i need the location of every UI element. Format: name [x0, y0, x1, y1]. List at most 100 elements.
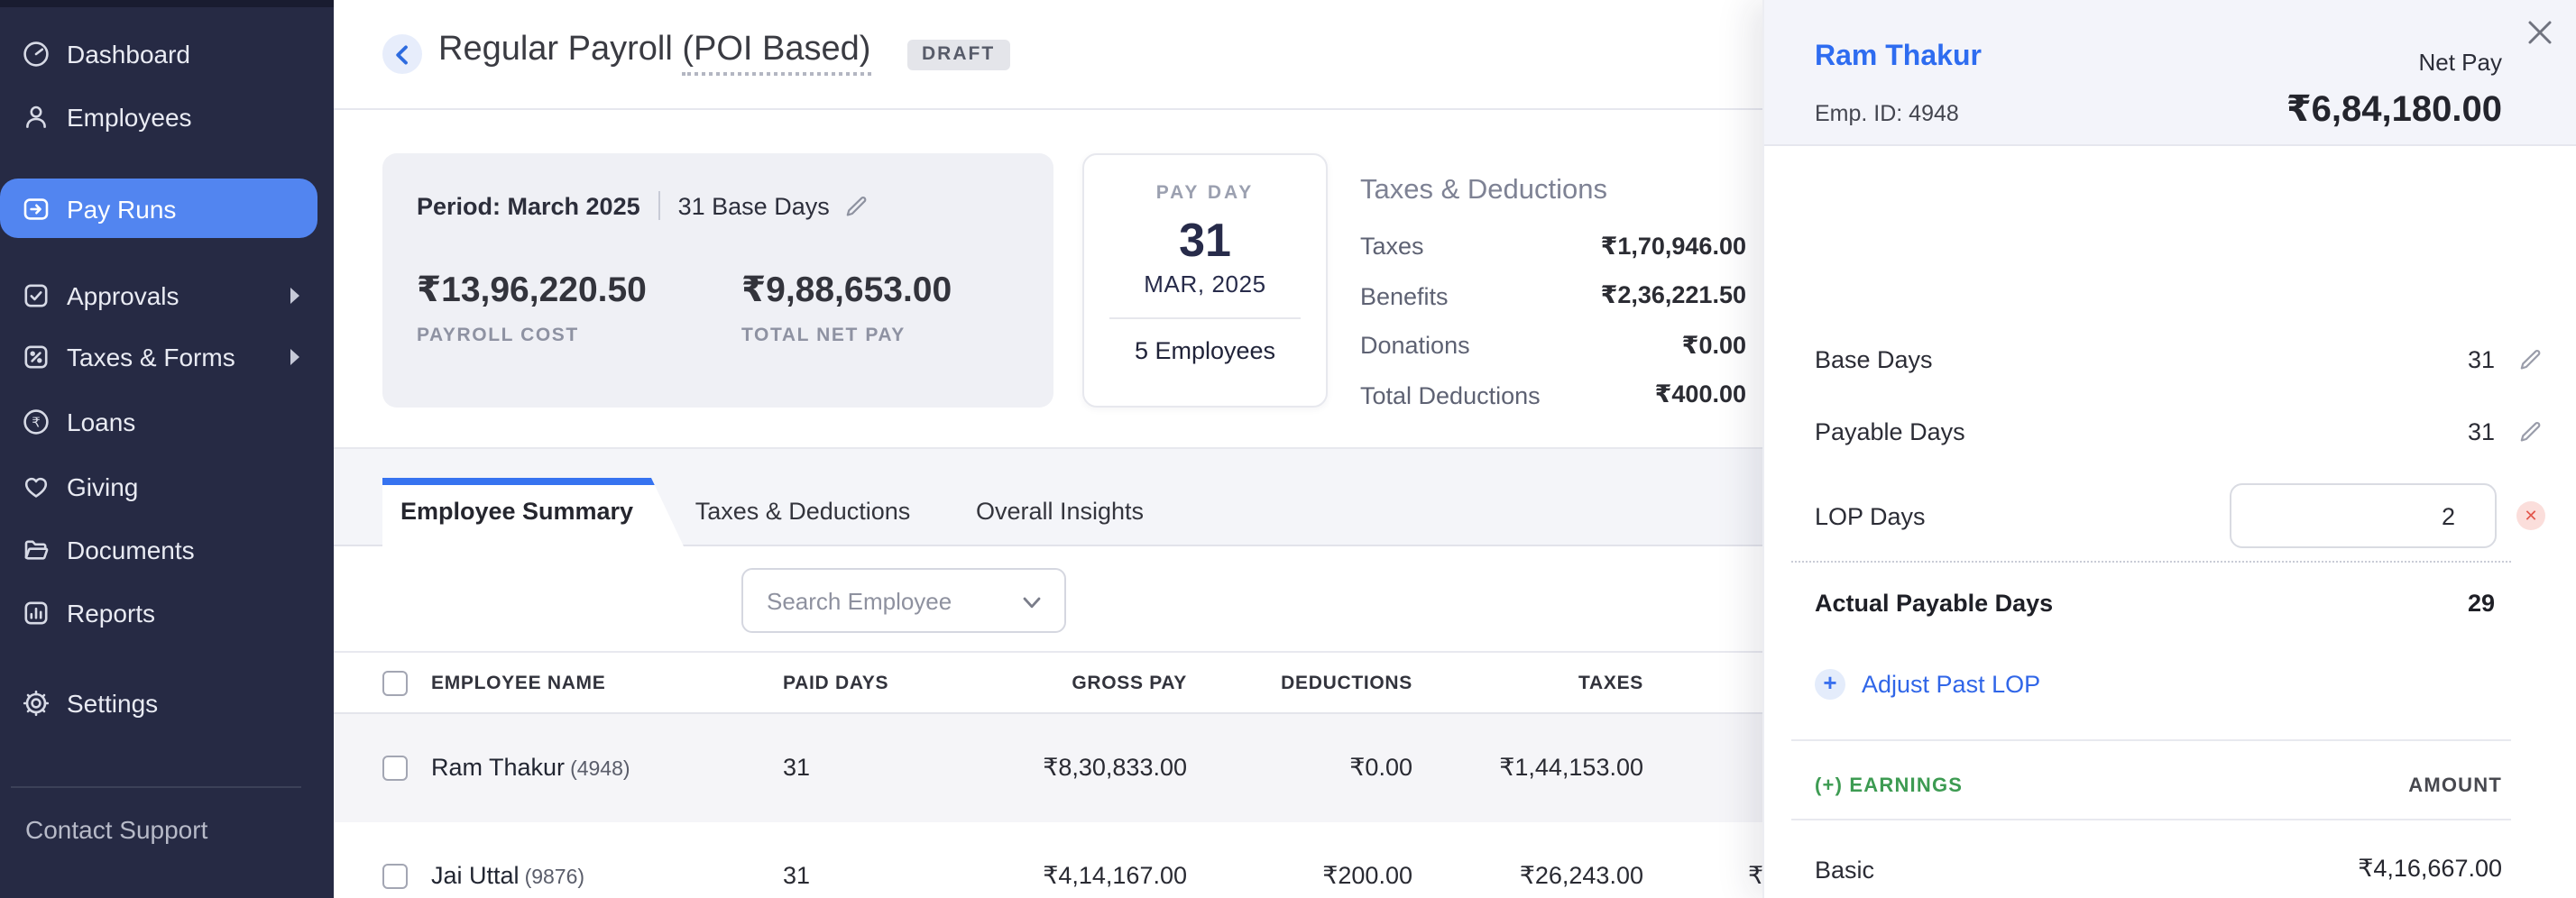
sidebar-item-label: Pay Runs [67, 194, 176, 223]
column-header-deductions: DEDUCTIONS [1236, 653, 1412, 716]
column-header-taxes: TAXES [1488, 653, 1643, 716]
employees-icon [22, 103, 51, 132]
reports-icon [22, 599, 51, 628]
amount-column-label: AMOUNT [2408, 766, 2502, 806]
tab-overall-insights[interactable]: Overall Insights [974, 478, 1145, 545]
chevron-left-icon [395, 44, 409, 64]
total-deductions-row: Total Deductions ₹400.00 [1360, 371, 1746, 420]
sidebar-item-label: Documents [67, 536, 195, 564]
sidebar-item-approvals[interactable]: Approvals [0, 265, 334, 326]
paid-days-cell: 31 [783, 714, 810, 822]
base-days-row: Base Days 31 [1815, 334, 2576, 384]
total-net-pay-label: TOTAL NET PAY [741, 325, 952, 346]
sidebar-item-employees[interactable]: Employees [0, 87, 334, 148]
panel-employee-name-link[interactable]: Ram Thakur [1815, 41, 1982, 74]
taxes-deductions-block: Taxes & Deductions Taxes ₹1,70,946.00 Be… [1360, 175, 1746, 420]
employee-name[interactable]: Ram Thakur [431, 754, 565, 781]
settings-icon [22, 689, 51, 718]
earning-row-basic: Basic ₹4,16,667.00 [1815, 844, 2576, 894]
adjust-past-lop-button[interactable]: + Adjust Past LOP [1815, 665, 2040, 701]
sidebar-item-label: Loans [67, 408, 135, 436]
loans-icon: ₹ [22, 408, 51, 436]
sidebar-item-pay-runs[interactable]: Pay Runs [0, 179, 317, 238]
sidebar-item-giving[interactable]: Giving [0, 456, 334, 518]
giving-icon [22, 472, 51, 501]
back-button[interactable] [382, 34, 422, 74]
taxes-deductions-title: Taxes & Deductions [1360, 175, 1746, 207]
plus-icon: + [1815, 668, 1845, 699]
sidebar-divider [11, 786, 301, 788]
contact-support-link[interactable]: Contact Support [25, 815, 207, 844]
taxes-row: Taxes ₹1,70,946.00 [1360, 222, 1746, 271]
tab-employee-summary[interactable]: Employee Summary [382, 478, 684, 546]
pay-runs-icon [22, 194, 51, 223]
lop-days-row: LOP Days ✕ [1815, 483, 2576, 548]
edit-payable-days-icon[interactable] [2518, 419, 2542, 443]
svg-text:₹: ₹ [32, 416, 41, 431]
row-checkbox[interactable] [382, 864, 408, 889]
earnings-title: (+) EARNINGS [1815, 775, 1963, 797]
remove-lop-icon[interactable]: ✕ [2516, 501, 2545, 530]
column-header-gross-pay: GROSS PAY [965, 653, 1187, 716]
payroll-cost-value: ₹13,96,220.50 [417, 269, 647, 312]
payday-card: PAY DAY 31 MAR, 2025 5 Employees [1082, 153, 1328, 408]
gross-pay-cell: ₹4,14,167.00 [965, 822, 1187, 898]
net-pay-value: ₹6,84,180.00 [2286, 87, 2502, 132]
payroll-cost-label: PAYROLL COST [417, 325, 647, 346]
search-input[interactable] [767, 570, 1019, 631]
payday-label: PAY DAY [1084, 182, 1326, 204]
paid-days-cell: 31 [783, 822, 810, 898]
benefits-row: Benefits ₹2,36,221.50 [1360, 271, 1746, 321]
panel-employee-id: Emp. ID: 4948 [1815, 101, 1959, 126]
sidebar-item-dashboard[interactable]: Dashboard [0, 23, 334, 85]
status-badge: DRAFT [907, 40, 1009, 70]
actual-payable-days-row: Actual Payable Days 29 [1815, 577, 2576, 628]
divider [1791, 819, 2511, 820]
total-net-pay-value: ₹9,88,653.00 [741, 269, 952, 312]
divider [1791, 739, 2511, 741]
panel-header: Ram Thakur Net Pay Emp. ID: 4948 ₹6,84,1… [1764, 0, 2576, 146]
payable-days-row: Payable Days 31 [1815, 406, 2576, 456]
sidebar-item-loans[interactable]: ₹ Loans [0, 391, 334, 453]
sidebar: Dashboard Employees Pay Runs Approvals [0, 0, 334, 898]
taxes-cell: ₹1,44,153.00 [1488, 714, 1643, 822]
clipped-net-pay-cell: ₹ [1748, 822, 1763, 898]
employee-id: (4948) [570, 759, 630, 781]
taxes-cell: ₹26,243.00 [1488, 822, 1643, 898]
column-header-employee-name: EMPLOYEE NAME [431, 653, 605, 716]
close-icon[interactable] [2527, 20, 2556, 49]
employee-name[interactable]: Jai Uttal [431, 862, 520, 889]
divider [1109, 317, 1301, 319]
donations-row: Donations ₹0.00 [1360, 321, 1746, 371]
chevron-right-icon [289, 287, 301, 305]
sidebar-item-label: Dashboard [67, 40, 190, 69]
chevron-down-icon [1023, 597, 1041, 609]
approvals-icon [22, 281, 51, 310]
edit-base-days-icon[interactable] [844, 194, 868, 217]
employee-detail-panel: Ram Thakur Net Pay Emp. ID: 4948 ₹6,84,1… [1762, 0, 2576, 898]
sidebar-item-label: Reports [67, 599, 155, 628]
tab-taxes-deductions[interactable]: Taxes & Deductions [695, 478, 911, 545]
lop-days-input[interactable] [2230, 483, 2497, 548]
chevron-right-icon [289, 348, 301, 366]
select-all-checkbox[interactable] [382, 671, 408, 696]
column-header-paid-days: PAID DAYS [783, 653, 888, 716]
sidebar-item-settings[interactable]: Settings [0, 673, 334, 734]
edit-base-days-icon[interactable] [2518, 347, 2542, 371]
employee-search-select[interactable] [741, 568, 1066, 633]
documents-icon [22, 536, 51, 564]
payday-date: MAR, 2025 [1084, 270, 1326, 298]
taxes-forms-icon [22, 343, 51, 371]
divider [658, 191, 660, 220]
sidebar-item-taxes-forms[interactable]: Taxes & Forms [0, 326, 334, 388]
row-checkbox[interactable] [382, 756, 408, 781]
employee-id: (9876) [525, 867, 585, 889]
sidebar-item-label: Taxes & Forms [67, 343, 235, 371]
sidebar-item-documents[interactable]: Documents [0, 519, 334, 581]
sidebar-item-label: Employees [67, 103, 192, 132]
sidebar-item-reports[interactable]: Reports [0, 582, 334, 644]
deductions-cell: ₹200.00 [1236, 822, 1412, 898]
employee-count: 5 Employees [1084, 337, 1326, 364]
period-label: Period: March 2025 [417, 192, 640, 219]
sidebar-item-label: Giving [67, 472, 138, 501]
